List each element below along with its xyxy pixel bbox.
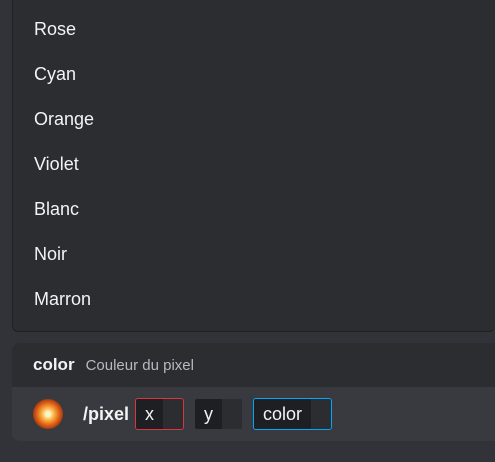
option-noir[interactable]: Noir bbox=[13, 232, 495, 277]
param-x-value[interactable] bbox=[163, 399, 184, 429]
param-color-field[interactable]: color bbox=[253, 398, 333, 430]
autocomplete-dropdown: Rose Cyan Orange Violet Blanc Noir Marro… bbox=[12, 0, 495, 332]
command-name: /pixel bbox=[83, 403, 130, 424]
option-cyan[interactable]: Cyan bbox=[13, 52, 495, 97]
param-y-value[interactable] bbox=[222, 399, 243, 429]
option-hint-description: Couleur du pixel bbox=[85, 356, 194, 374]
bot-avatar bbox=[33, 399, 63, 429]
param-y-field[interactable]: y bbox=[194, 398, 243, 430]
option-blanc[interactable]: Blanc bbox=[13, 187, 495, 232]
param-color-label: color bbox=[254, 399, 312, 429]
option-violet[interactable]: Violet bbox=[13, 142, 495, 187]
param-color-value[interactable] bbox=[311, 399, 332, 429]
message-composer[interactable]: /pixel x y color bbox=[12, 387, 495, 441]
option-orange[interactable]: Orange bbox=[13, 97, 495, 142]
param-x-field[interactable]: x bbox=[135, 398, 185, 430]
param-x-label: x bbox=[136, 399, 164, 429]
option-marron[interactable]: Marron bbox=[13, 277, 495, 322]
option-hint-bar: color Couleur du pixel bbox=[12, 343, 495, 387]
option-rose[interactable]: Rose bbox=[13, 7, 495, 52]
param-y-label: y bbox=[195, 399, 223, 429]
option-hint-name: color bbox=[33, 355, 75, 374]
